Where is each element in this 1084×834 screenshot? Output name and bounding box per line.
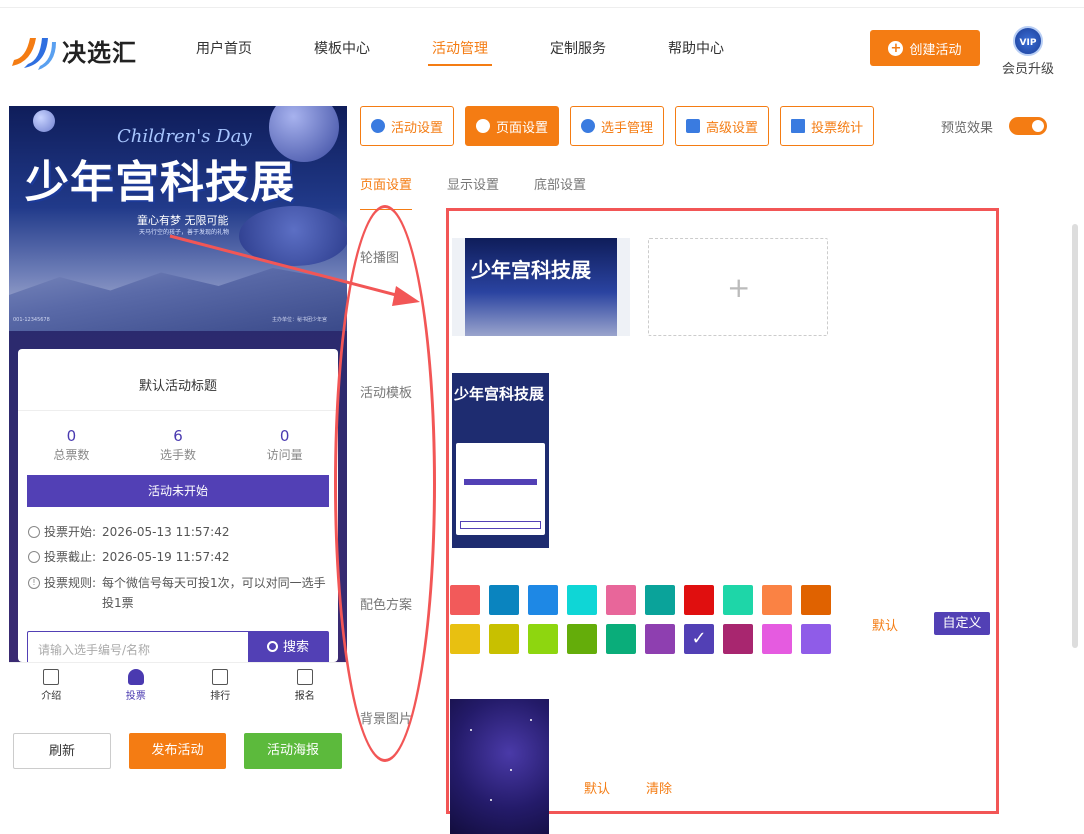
carousel-thumbnail[interactable]: 少年宫科技展 [452,238,630,336]
color-custom-button[interactable]: 自定义 [934,612,990,635]
template-thumb-search [460,521,541,529]
color-swatch[interactable] [645,585,675,615]
plus-icon: + [727,271,751,304]
color-swatches [450,585,831,654]
color-swatch[interactable] [684,585,714,615]
color-swatch[interactable] [645,624,675,654]
carousel-image-title: 少年宫科技展 [471,258,591,282]
template-thumb-title: 少年宫科技展 [454,385,545,403]
color-swatch[interactable] [723,624,753,654]
color-swatch[interactable] [684,624,714,654]
add-carousel-button[interactable]: + [648,238,828,336]
color-swatch[interactable] [567,624,597,654]
color-swatch[interactable] [450,624,480,654]
color-swatch[interactable] [762,624,792,654]
color-swatch[interactable] [567,585,597,615]
star-dot [470,729,472,731]
color-swatch[interactable] [762,585,792,615]
star-dot [530,719,532,721]
color-swatch[interactable] [606,624,636,654]
background-image-thumbnail[interactable] [450,699,549,834]
background-default-link[interactable]: 默认 [584,778,610,797]
color-swatch[interactable] [801,624,831,654]
color-swatch[interactable] [723,585,753,615]
color-swatch[interactable] [801,585,831,615]
color-default-link[interactable]: 默认 [872,615,898,634]
color-swatch[interactable] [489,624,519,654]
color-swatch[interactable] [528,624,558,654]
color-swatch[interactable] [528,585,558,615]
template-thumb-card [456,443,545,535]
template-thumb-status [464,479,537,485]
color-swatch[interactable] [450,585,480,615]
color-swatch[interactable] [489,585,519,615]
star-dot [490,799,492,801]
template-thumbnail[interactable]: 少年宫科技展 [452,373,549,548]
carousel-image: 少年宫科技展 [465,238,617,336]
scrollbar[interactable] [1072,224,1078,648]
color-swatch[interactable] [606,585,636,615]
star-dot [510,769,512,771]
background-clear-link[interactable]: 清除 [646,778,672,797]
